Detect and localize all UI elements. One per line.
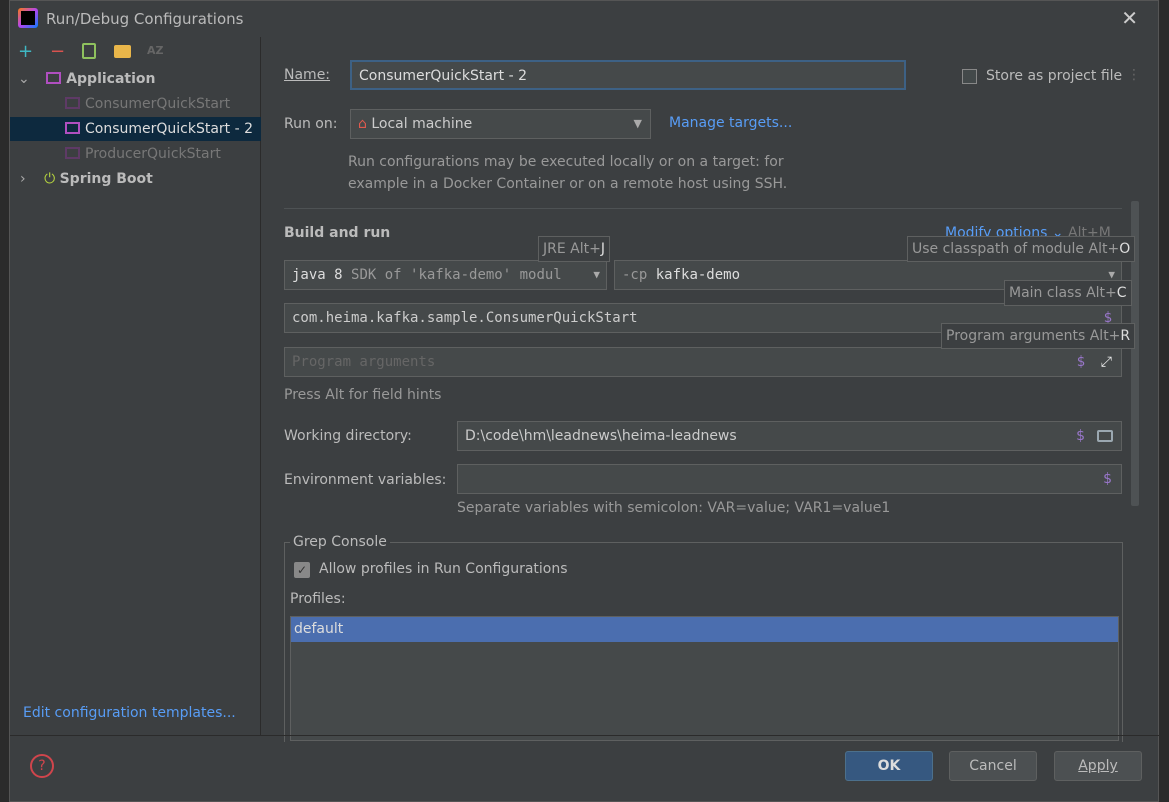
more-icon[interactable]: ⋮ xyxy=(1127,67,1141,83)
application-icon xyxy=(65,122,80,134)
tree-item-label: ConsumerQuickStart xyxy=(85,96,231,112)
jre-prefix: java 8 xyxy=(292,267,343,283)
tree-item-consumer[interactable]: ConsumerQuickStart xyxy=(10,92,261,116)
tree-group-label: Application xyxy=(66,71,156,87)
copy-icon[interactable] xyxy=(82,43,96,59)
run-debug-dialog: Run/Debug Configurations ✕ + − AZ ⌄ Appl… xyxy=(9,0,1160,802)
manage-targets-link[interactable]: Manage targets... xyxy=(669,115,792,131)
folder-icon[interactable] xyxy=(1097,430,1113,442)
tooltip-key: O xyxy=(1119,241,1131,257)
macro-icon[interactable]: $ xyxy=(1076,422,1085,450)
dropdown-arrow-icon: ▼ xyxy=(593,261,600,289)
run-on-value: Local machine xyxy=(371,116,473,132)
field-hints-text: Press Alt for field hints xyxy=(284,387,442,403)
window-title: Run/Debug Configurations xyxy=(46,10,244,28)
run-on-description: Run configurations may be executed local… xyxy=(348,154,784,170)
tooltip-text: Main class Alt+ xyxy=(1009,285,1117,301)
jre-tooltip: JRE Alt+J xyxy=(538,236,610,262)
tooltip-key: R xyxy=(1120,328,1131,344)
tooltip-text: Use classpath of module Alt+ xyxy=(912,241,1120,257)
program-args-input[interactable]: Program arguments $ ⤢ xyxy=(284,347,1122,377)
store-label: Store as project file xyxy=(986,68,1123,84)
cp-prefix: -cp xyxy=(622,267,648,283)
list-item[interactable]: default xyxy=(291,617,1118,642)
placeholder: Program arguments xyxy=(292,354,436,370)
tree-item-label: ConsumerQuickStart - 2 xyxy=(85,121,254,137)
cp-value: kafka-demo xyxy=(655,267,741,283)
power-icon: ⏻ xyxy=(44,171,56,187)
classpath-tooltip: Use classpath of module Alt+O xyxy=(907,236,1136,262)
working-dir-value: D:\code\hm\leadnews\heima-leadnews xyxy=(465,428,737,444)
name-input[interactable]: ConsumerQuickStart - 2 xyxy=(350,60,906,90)
grep-console-title: Grep Console xyxy=(290,534,390,550)
run-on-select[interactable]: ⌂ Local machine ▼ xyxy=(350,109,651,139)
program-args-tooltip: Program arguments Alt+R xyxy=(941,323,1136,349)
profiles-label: Profiles: xyxy=(290,591,346,607)
tree-group-label: Spring Boot xyxy=(59,171,153,187)
name-label: Name: xyxy=(284,67,331,83)
expand-icon[interactable]: ⤢ xyxy=(1101,348,1112,376)
chevron-down-icon[interactable]: ⌄ xyxy=(18,71,30,87)
tooltip-key: C xyxy=(1116,285,1127,301)
store-project-checkbox[interactable] xyxy=(962,69,977,84)
profiles-list: default xyxy=(290,616,1119,741)
build-run-heading: Build and run xyxy=(284,225,391,241)
cancel-button[interactable]: Cancel xyxy=(949,751,1037,781)
application-icon xyxy=(65,97,80,109)
ok-button[interactable]: OK xyxy=(845,751,933,781)
tree-group-application[interactable]: ⌄ Application xyxy=(10,67,261,91)
macro-icon[interactable]: $ xyxy=(1103,465,1112,493)
working-dir-input[interactable]: D:\code\hm\leadnews\heima-leadnews $ xyxy=(457,421,1122,451)
chevron-right-icon[interactable]: › xyxy=(20,171,26,187)
env-hint: Separate variables with semicolon: VAR=v… xyxy=(457,500,891,516)
add-icon[interactable]: + xyxy=(18,41,33,62)
dropdown-arrow-icon: ▼ xyxy=(633,117,642,130)
tree-item-producer[interactable]: ProducerQuickStart xyxy=(10,142,261,166)
working-dir-label: Working directory: xyxy=(284,428,412,444)
tree-group-spring-boot[interactable]: › ⏻ Spring Boot xyxy=(10,167,261,191)
tooltip-text: Program arguments Alt+ xyxy=(946,328,1121,344)
main-class-value: com.heima.kafka.sample.ConsumerQuickStar… xyxy=(292,310,638,326)
allow-profiles-checkbox[interactable]: ✓ xyxy=(294,562,310,578)
sort-icon[interactable]: AZ xyxy=(147,44,164,57)
jre-value: SDK of 'kafka-demo' modul xyxy=(351,267,562,283)
application-icon xyxy=(65,147,80,159)
macro-icon[interactable]: $ xyxy=(1077,348,1085,376)
allow-profiles-label: Allow profiles in Run Configurations xyxy=(319,561,568,577)
divider xyxy=(10,735,1160,736)
config-tree-panel: + − AZ ⌄ Application ConsumerQuickStart … xyxy=(10,37,261,735)
jre-select[interactable]: java 8 SDK of 'kafka-demo' modul ▼ xyxy=(284,260,607,290)
help-icon[interactable]: ? xyxy=(30,754,54,778)
home-icon: ⌂ xyxy=(358,116,367,132)
run-on-label: Run on: xyxy=(284,116,338,132)
intellij-logo-icon xyxy=(18,8,38,28)
edit-templates-link[interactable]: Edit configuration templates... xyxy=(23,705,236,721)
folder-add-icon[interactable] xyxy=(114,45,131,58)
main-class-tooltip: Main class Alt+C xyxy=(1004,280,1132,306)
tree-item-label: ProducerQuickStart xyxy=(85,146,221,162)
tooltip-key: J xyxy=(600,241,605,257)
env-input[interactable]: $ xyxy=(457,464,1122,494)
tooltip-text: JRE Alt+ xyxy=(543,241,601,257)
remove-icon[interactable]: − xyxy=(50,41,65,62)
env-label: Environment variables: xyxy=(284,472,447,488)
tree-item-consumer-2[interactable]: ConsumerQuickStart - 2 xyxy=(10,117,261,141)
close-icon[interactable]: ✕ xyxy=(1121,6,1138,30)
divider xyxy=(284,208,1122,209)
application-icon xyxy=(46,72,62,84)
apply-button[interactable]: Apply xyxy=(1054,751,1142,781)
run-on-description: example in a Docker Container or on a re… xyxy=(348,176,788,192)
